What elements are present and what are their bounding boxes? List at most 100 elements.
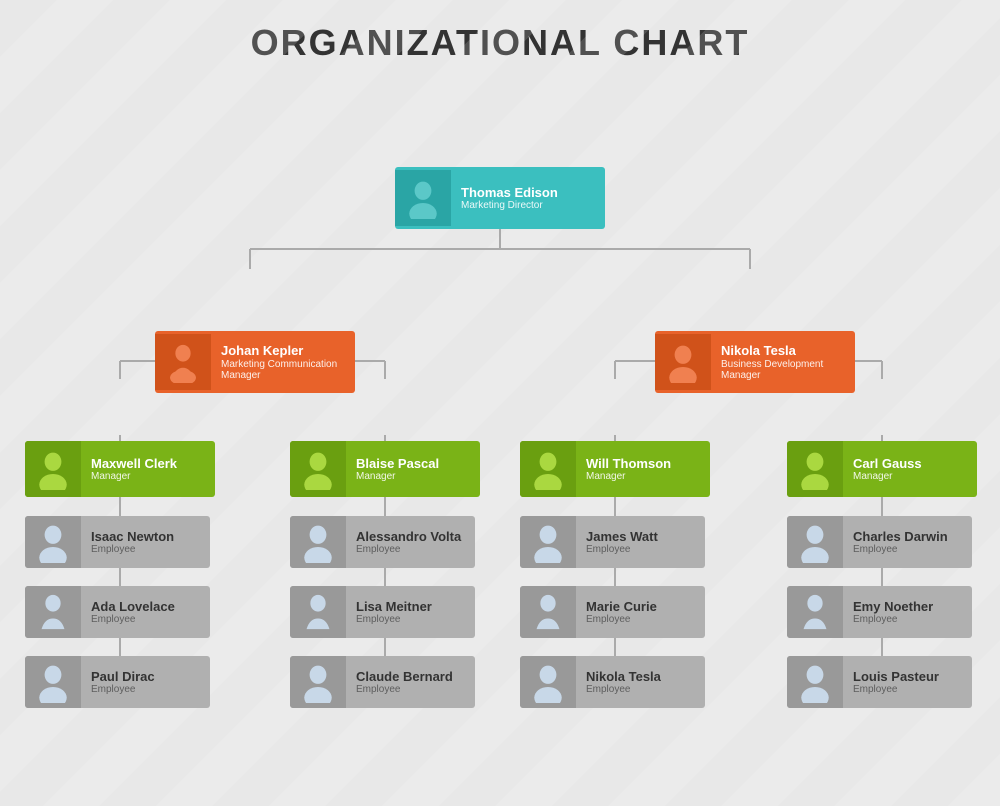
ada-name: Ada Lovelace xyxy=(91,599,175,615)
will-info: Will Thomson Manager xyxy=(576,452,681,487)
lisa-title: Employee xyxy=(356,614,432,625)
org-chart: Thomas Edison Marketing Director Johan K… xyxy=(0,74,1000,806)
avatar-louis xyxy=(787,656,843,708)
will-title: Manager xyxy=(586,471,671,482)
card-will: Will Thomson Manager xyxy=(520,441,710,497)
card-james: James Watt Employee xyxy=(520,516,705,568)
blaise-title: Manager xyxy=(356,471,439,482)
person-icon-lisa xyxy=(297,591,339,633)
charles-info: Charles Darwin Employee xyxy=(843,525,958,560)
person-icon-louis xyxy=(794,661,836,703)
avatar-emy xyxy=(787,586,843,638)
louis-info: Louis Pasteur Employee xyxy=(843,665,949,700)
person-icon-marie xyxy=(527,591,569,633)
will-name: Will Thomson xyxy=(586,456,671,472)
person-icon-blaise xyxy=(297,448,339,490)
volta-info: Alessandro Volta Employee xyxy=(346,525,471,560)
person-icon-isaac xyxy=(32,521,74,563)
ada-title: Employee xyxy=(91,614,175,625)
avatar-will xyxy=(520,441,576,497)
card-paul: Paul Dirac Employee xyxy=(25,656,210,708)
avatar-carl xyxy=(787,441,843,497)
avatar-volta xyxy=(290,516,346,568)
avatar-ada xyxy=(25,586,81,638)
card-emy: Emy Noether Employee xyxy=(787,586,972,638)
nikola-name: Nikola Tesla xyxy=(721,343,845,359)
charles-name: Charles Darwin xyxy=(853,529,948,545)
card-lisa: Lisa Meitner Employee xyxy=(290,586,475,638)
claude-title: Employee xyxy=(356,684,453,695)
card-charles: Charles Darwin Employee xyxy=(787,516,972,568)
person-icon-james xyxy=(527,521,569,563)
james-title: Employee xyxy=(586,544,658,555)
maxwell-info: Maxwell Clerk Manager xyxy=(81,452,187,487)
card-nikola-emp: Nikola Tesla Employee xyxy=(520,656,705,708)
person-icon-maxwell xyxy=(32,448,74,490)
carl-info: Carl Gauss Manager xyxy=(843,452,932,487)
marie-info: Marie Curie Employee xyxy=(576,595,667,630)
card-blaise: Blaise Pascal Manager xyxy=(290,441,480,497)
louis-title: Employee xyxy=(853,684,939,695)
johan-info: Johan Kepler Marketing Communication Man… xyxy=(211,339,355,385)
card-volta: Alessandro Volta Employee xyxy=(290,516,475,568)
nikola-title: Business Development Manager xyxy=(721,359,845,381)
person-icon-carl xyxy=(794,448,836,490)
person-icon-paul xyxy=(32,661,74,703)
paul-title: Employee xyxy=(91,684,155,695)
nikola-emp-name: Nikola Tesla xyxy=(586,669,661,685)
person-icon-johan xyxy=(162,341,204,383)
marie-title: Employee xyxy=(586,614,657,625)
james-name: James Watt xyxy=(586,529,658,545)
james-info: James Watt Employee xyxy=(576,525,668,560)
person-icon-volta xyxy=(297,521,339,563)
blaise-info: Blaise Pascal Manager xyxy=(346,452,449,487)
lisa-name: Lisa Meitner xyxy=(356,599,432,615)
claude-name: Claude Bernard xyxy=(356,669,453,685)
maxwell-title: Manager xyxy=(91,471,177,482)
emy-name: Emy Noether xyxy=(853,599,933,615)
nikola-emp-title: Employee xyxy=(586,684,661,695)
card-maxwell: Maxwell Clerk Manager xyxy=(25,441,215,497)
avatar-paul xyxy=(25,656,81,708)
card-marie: Marie Curie Employee xyxy=(520,586,705,638)
avatar-nikola-emp xyxy=(520,656,576,708)
volta-title: Employee xyxy=(356,544,461,555)
paul-name: Paul Dirac xyxy=(91,669,155,685)
person-icon-ada xyxy=(32,591,74,633)
avatar-nikola xyxy=(655,334,711,390)
isaac-title: Employee xyxy=(91,544,174,555)
maxwell-name: Maxwell Clerk xyxy=(91,456,177,472)
louis-name: Louis Pasteur xyxy=(853,669,939,685)
person-icon-charles xyxy=(794,521,836,563)
paul-info: Paul Dirac Employee xyxy=(81,665,165,700)
carl-name: Carl Gauss xyxy=(853,456,922,472)
carl-title: Manager xyxy=(853,471,922,482)
marie-name: Marie Curie xyxy=(586,599,657,615)
avatar-johan xyxy=(155,334,211,390)
avatar-blaise xyxy=(290,441,346,497)
card-johan-kepler: Johan Kepler Marketing Communication Man… xyxy=(155,331,355,393)
nikola-emp-info: Nikola Tesla Employee xyxy=(576,665,671,700)
emy-title: Employee xyxy=(853,614,933,625)
nikola-info: Nikola Tesla Business Development Manage… xyxy=(711,339,855,385)
avatar-charles xyxy=(787,516,843,568)
person-icon-claude xyxy=(297,661,339,703)
avatar-james xyxy=(520,516,576,568)
avatar-claude xyxy=(290,656,346,708)
blaise-name: Blaise Pascal xyxy=(356,456,439,472)
avatar-maxwell xyxy=(25,441,81,497)
isaac-name: Isaac Newton xyxy=(91,529,174,545)
card-ada: Ada Lovelace Employee xyxy=(25,586,210,638)
card-claude: Claude Bernard Employee xyxy=(290,656,475,708)
johan-title: Marketing Communication Manager xyxy=(221,359,345,381)
emy-info: Emy Noether Employee xyxy=(843,595,943,630)
person-icon-will xyxy=(527,448,569,490)
card-carl: Carl Gauss Manager xyxy=(787,441,977,497)
person-icon-emy xyxy=(794,591,836,633)
avatar-lisa xyxy=(290,586,346,638)
person-icon-nikola-emp xyxy=(527,661,569,703)
card-nikola-tesla-l2: Nikola Tesla Business Development Manage… xyxy=(655,331,855,393)
charles-title: Employee xyxy=(853,544,948,555)
johan-name: Johan Kepler xyxy=(221,343,345,359)
claude-info: Claude Bernard Employee xyxy=(346,665,463,700)
